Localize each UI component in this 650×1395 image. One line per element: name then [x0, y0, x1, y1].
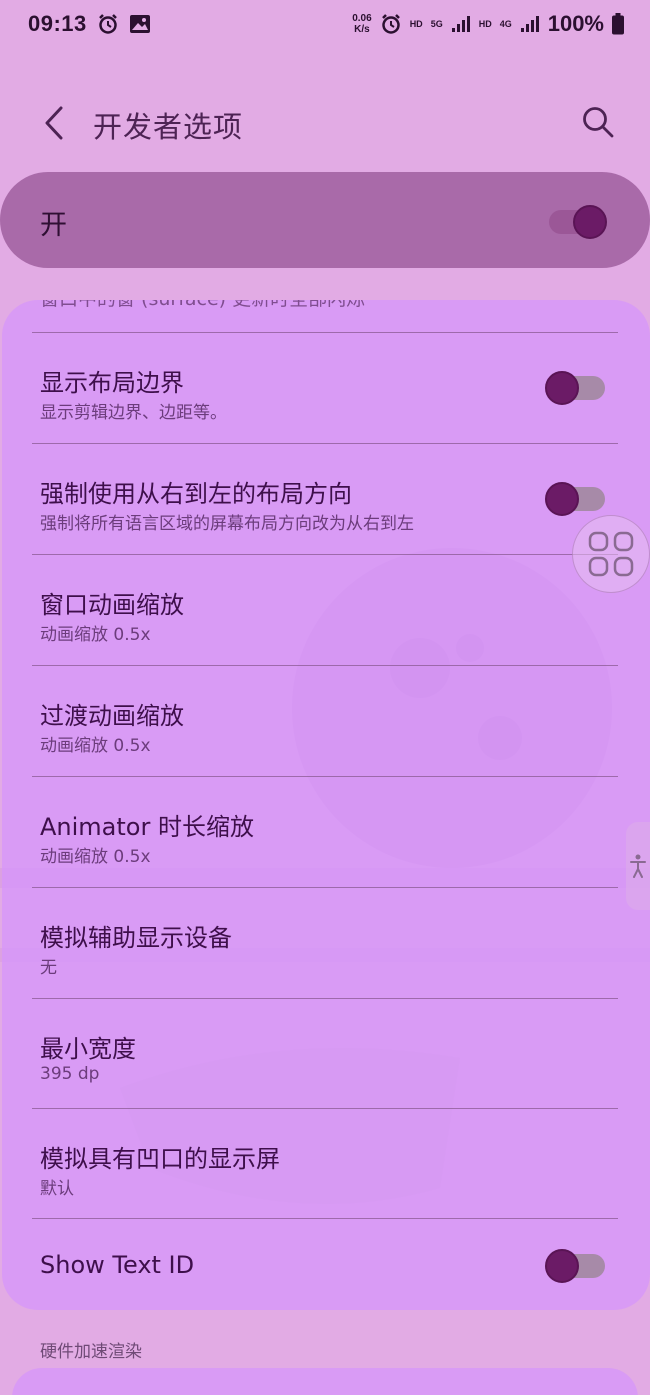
- hd-indicator: HD: [409, 19, 423, 29]
- show-text-id-toggle[interactable]: [545, 1249, 607, 1283]
- setting-subtitle: 无: [40, 958, 57, 978]
- clipped-setting-text: 窗口中的窗 (surface) 更新时全部闪烁: [40, 300, 365, 311]
- accessibility-edge-tab[interactable]: [626, 822, 650, 910]
- setting-title: 显示布局边界: [40, 369, 184, 397]
- force-rtl-toggle[interactable]: [545, 482, 607, 516]
- hd-indicator: HD: [478, 19, 492, 29]
- search-icon: [583, 107, 614, 138]
- setting-title: 窗口动画缩放: [40, 591, 184, 619]
- setting-title: 最小宽度: [40, 1035, 136, 1063]
- setting-title: Animator 时长缩放: [40, 813, 254, 841]
- page-title: 开发者选项: [93, 110, 244, 144]
- setting-subtitle: 395 dp: [40, 1064, 100, 1084]
- setting-subtitle: 默认: [40, 1179, 74, 1199]
- accessibility-icon: [630, 854, 646, 878]
- grid-menu-icon: [588, 531, 634, 577]
- setting-title: 强制使用从右到左的布局方向: [40, 480, 352, 508]
- setting-window-animation-scale[interactable]: 窗口动画缩放 动画缩放 0.5x: [2, 555, 650, 665]
- setting-subtitle: 动画缩放 0.5x: [40, 736, 151, 756]
- battery-percentage: 100%: [547, 11, 604, 36]
- signal-icon: [451, 15, 471, 33]
- setting-force-rtl[interactable]: 强制使用从右到左的布局方向 强制将所有语言区域的屏幕布局方向改为从右到左: [2, 444, 650, 554]
- back-button[interactable]: [34, 100, 74, 146]
- setting-subtitle: 动画缩放 0.5x: [40, 847, 151, 867]
- next-settings-card: [12, 1368, 638, 1395]
- status-bar: 09:13 0.06 K/s HD 5G HD 4G 100%: [0, 0, 650, 48]
- network-type-4g: 4G: [499, 19, 512, 29]
- network-speed: 0.06 K/s: [352, 13, 371, 35]
- setting-title: 模拟辅助显示设备: [40, 924, 232, 952]
- master-switch-bar[interactable]: 开: [0, 172, 650, 268]
- setting-title: Show Text ID: [40, 1251, 195, 1279]
- setting-animator-duration-scale[interactable]: Animator 时长缩放 动画缩放 0.5x: [2, 777, 650, 887]
- network-type-5g: 5G: [430, 19, 443, 29]
- setting-title: 过渡动画缩放: [40, 702, 184, 730]
- alarm-icon: [97, 13, 119, 35]
- battery-icon: [612, 13, 624, 35]
- search-button[interactable]: [574, 98, 622, 146]
- setting-subtitle: 强制将所有语言区域的屏幕布局方向改为从右到左: [40, 514, 414, 534]
- setting-show-text-id[interactable]: Show Text ID: [2, 1219, 650, 1310]
- status-time: 09:13: [28, 11, 87, 36]
- setting-simulate-secondary-displays[interactable]: 模拟辅助显示设备 无: [2, 888, 650, 998]
- signal-icon: [520, 15, 540, 33]
- setting-smallest-width[interactable]: 最小宽度 395 dp: [2, 999, 650, 1109]
- setting-title: 模拟具有凹口的显示屏: [40, 1145, 280, 1173]
- app-header: 开发者选项: [0, 78, 650, 168]
- gallery-icon: [129, 14, 151, 34]
- setting-subtitle: 动画缩放 0.5x: [40, 625, 151, 645]
- setting-display-cutout[interactable]: 模拟具有凹口的显示屏 默认: [2, 1109, 650, 1219]
- master-switch-label: 开: [40, 210, 67, 241]
- back-arrow-icon: [45, 106, 63, 140]
- setting-subtitle: 显示剪辑边界、边距等。: [40, 403, 227, 423]
- floating-menu-button[interactable]: [572, 515, 650, 593]
- settings-list-card: 窗口中的窗 (surface) 更新时全部闪烁 显示布局边界 显示剪辑边界、边距…: [2, 300, 650, 1310]
- master-toggle[interactable]: [545, 205, 607, 239]
- section-header-hardware-rendering: 硬件加速渲染: [40, 1342, 142, 1362]
- alarm-icon: [380, 13, 402, 35]
- setting-show-layout-bounds[interactable]: 显示布局边界 显示剪辑边界、边距等。: [2, 333, 650, 443]
- show-layout-bounds-toggle[interactable]: [545, 371, 607, 405]
- network-speed-value: 0.06: [352, 13, 372, 24]
- network-speed-unit: K/s: [354, 24, 370, 35]
- setting-transition-animation-scale[interactable]: 过渡动画缩放 动画缩放 0.5x: [2, 666, 650, 776]
